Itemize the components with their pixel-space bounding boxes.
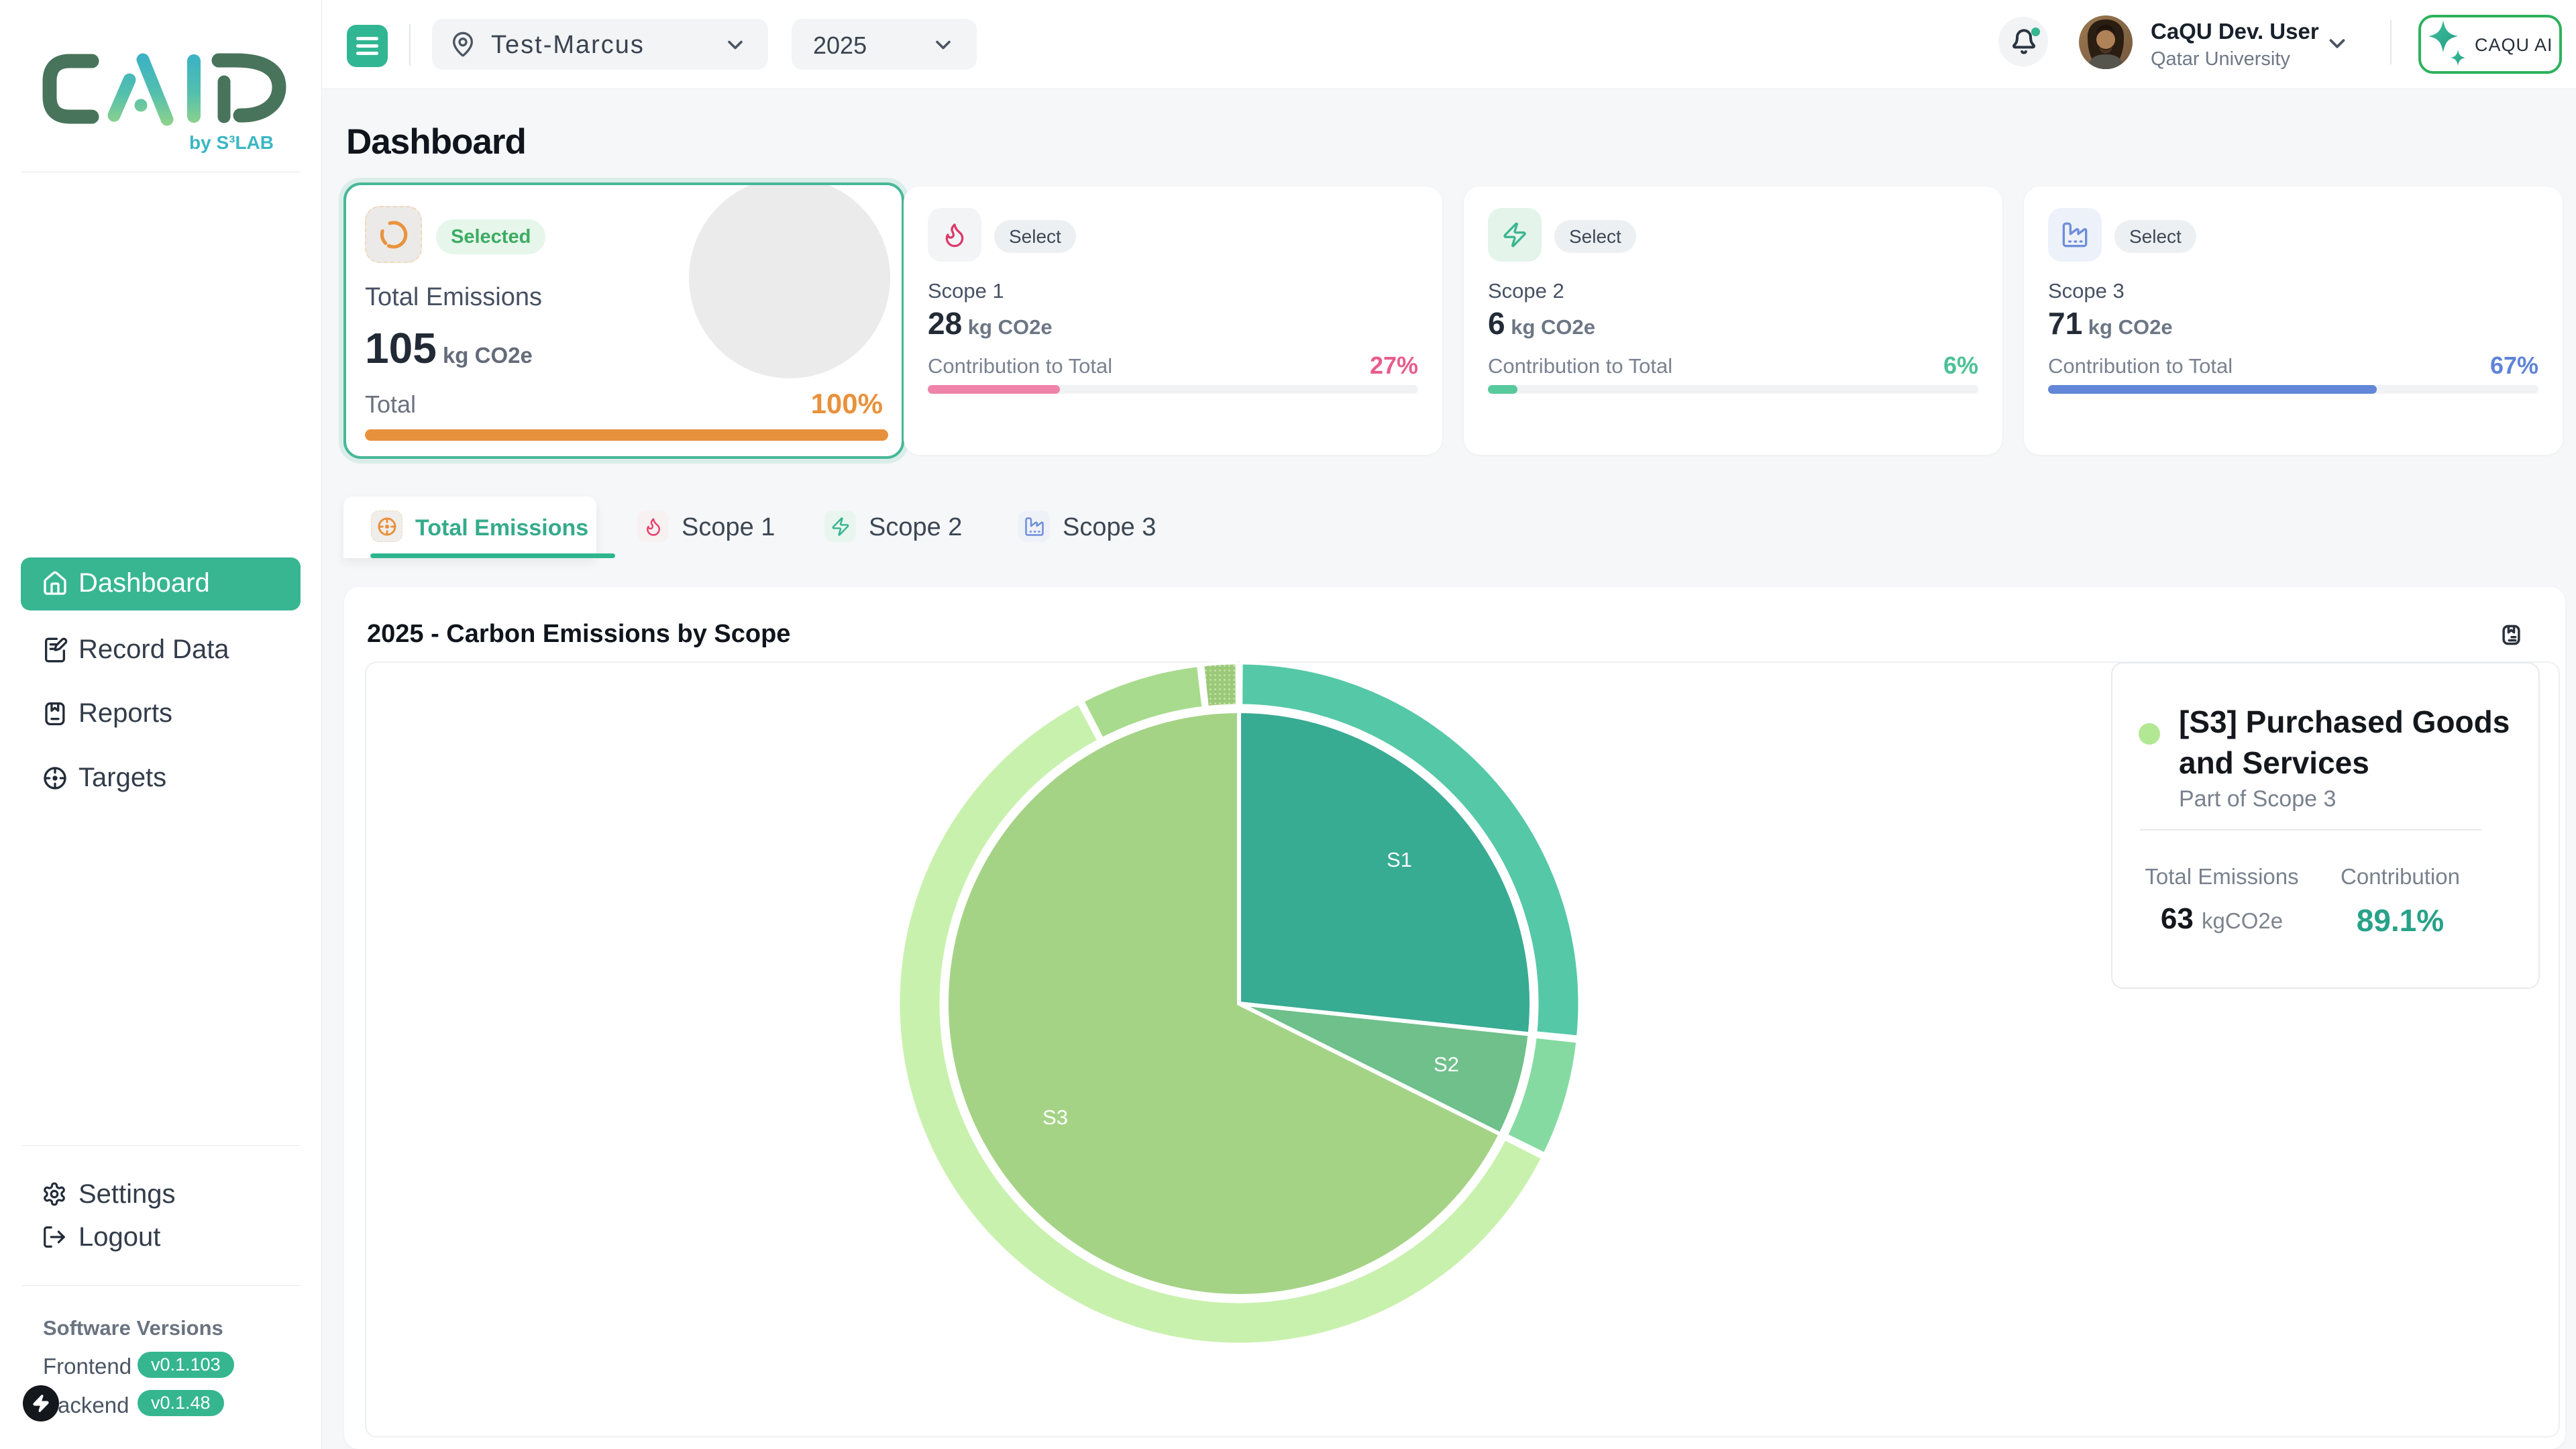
svg-text:S2: S2: [1434, 1053, 1459, 1076]
svg-text:by S³LAB: by S³LAB: [189, 132, 274, 153]
svg-text:S3: S3: [1042, 1106, 1068, 1129]
svg-text:S1: S1: [1387, 848, 1412, 871]
